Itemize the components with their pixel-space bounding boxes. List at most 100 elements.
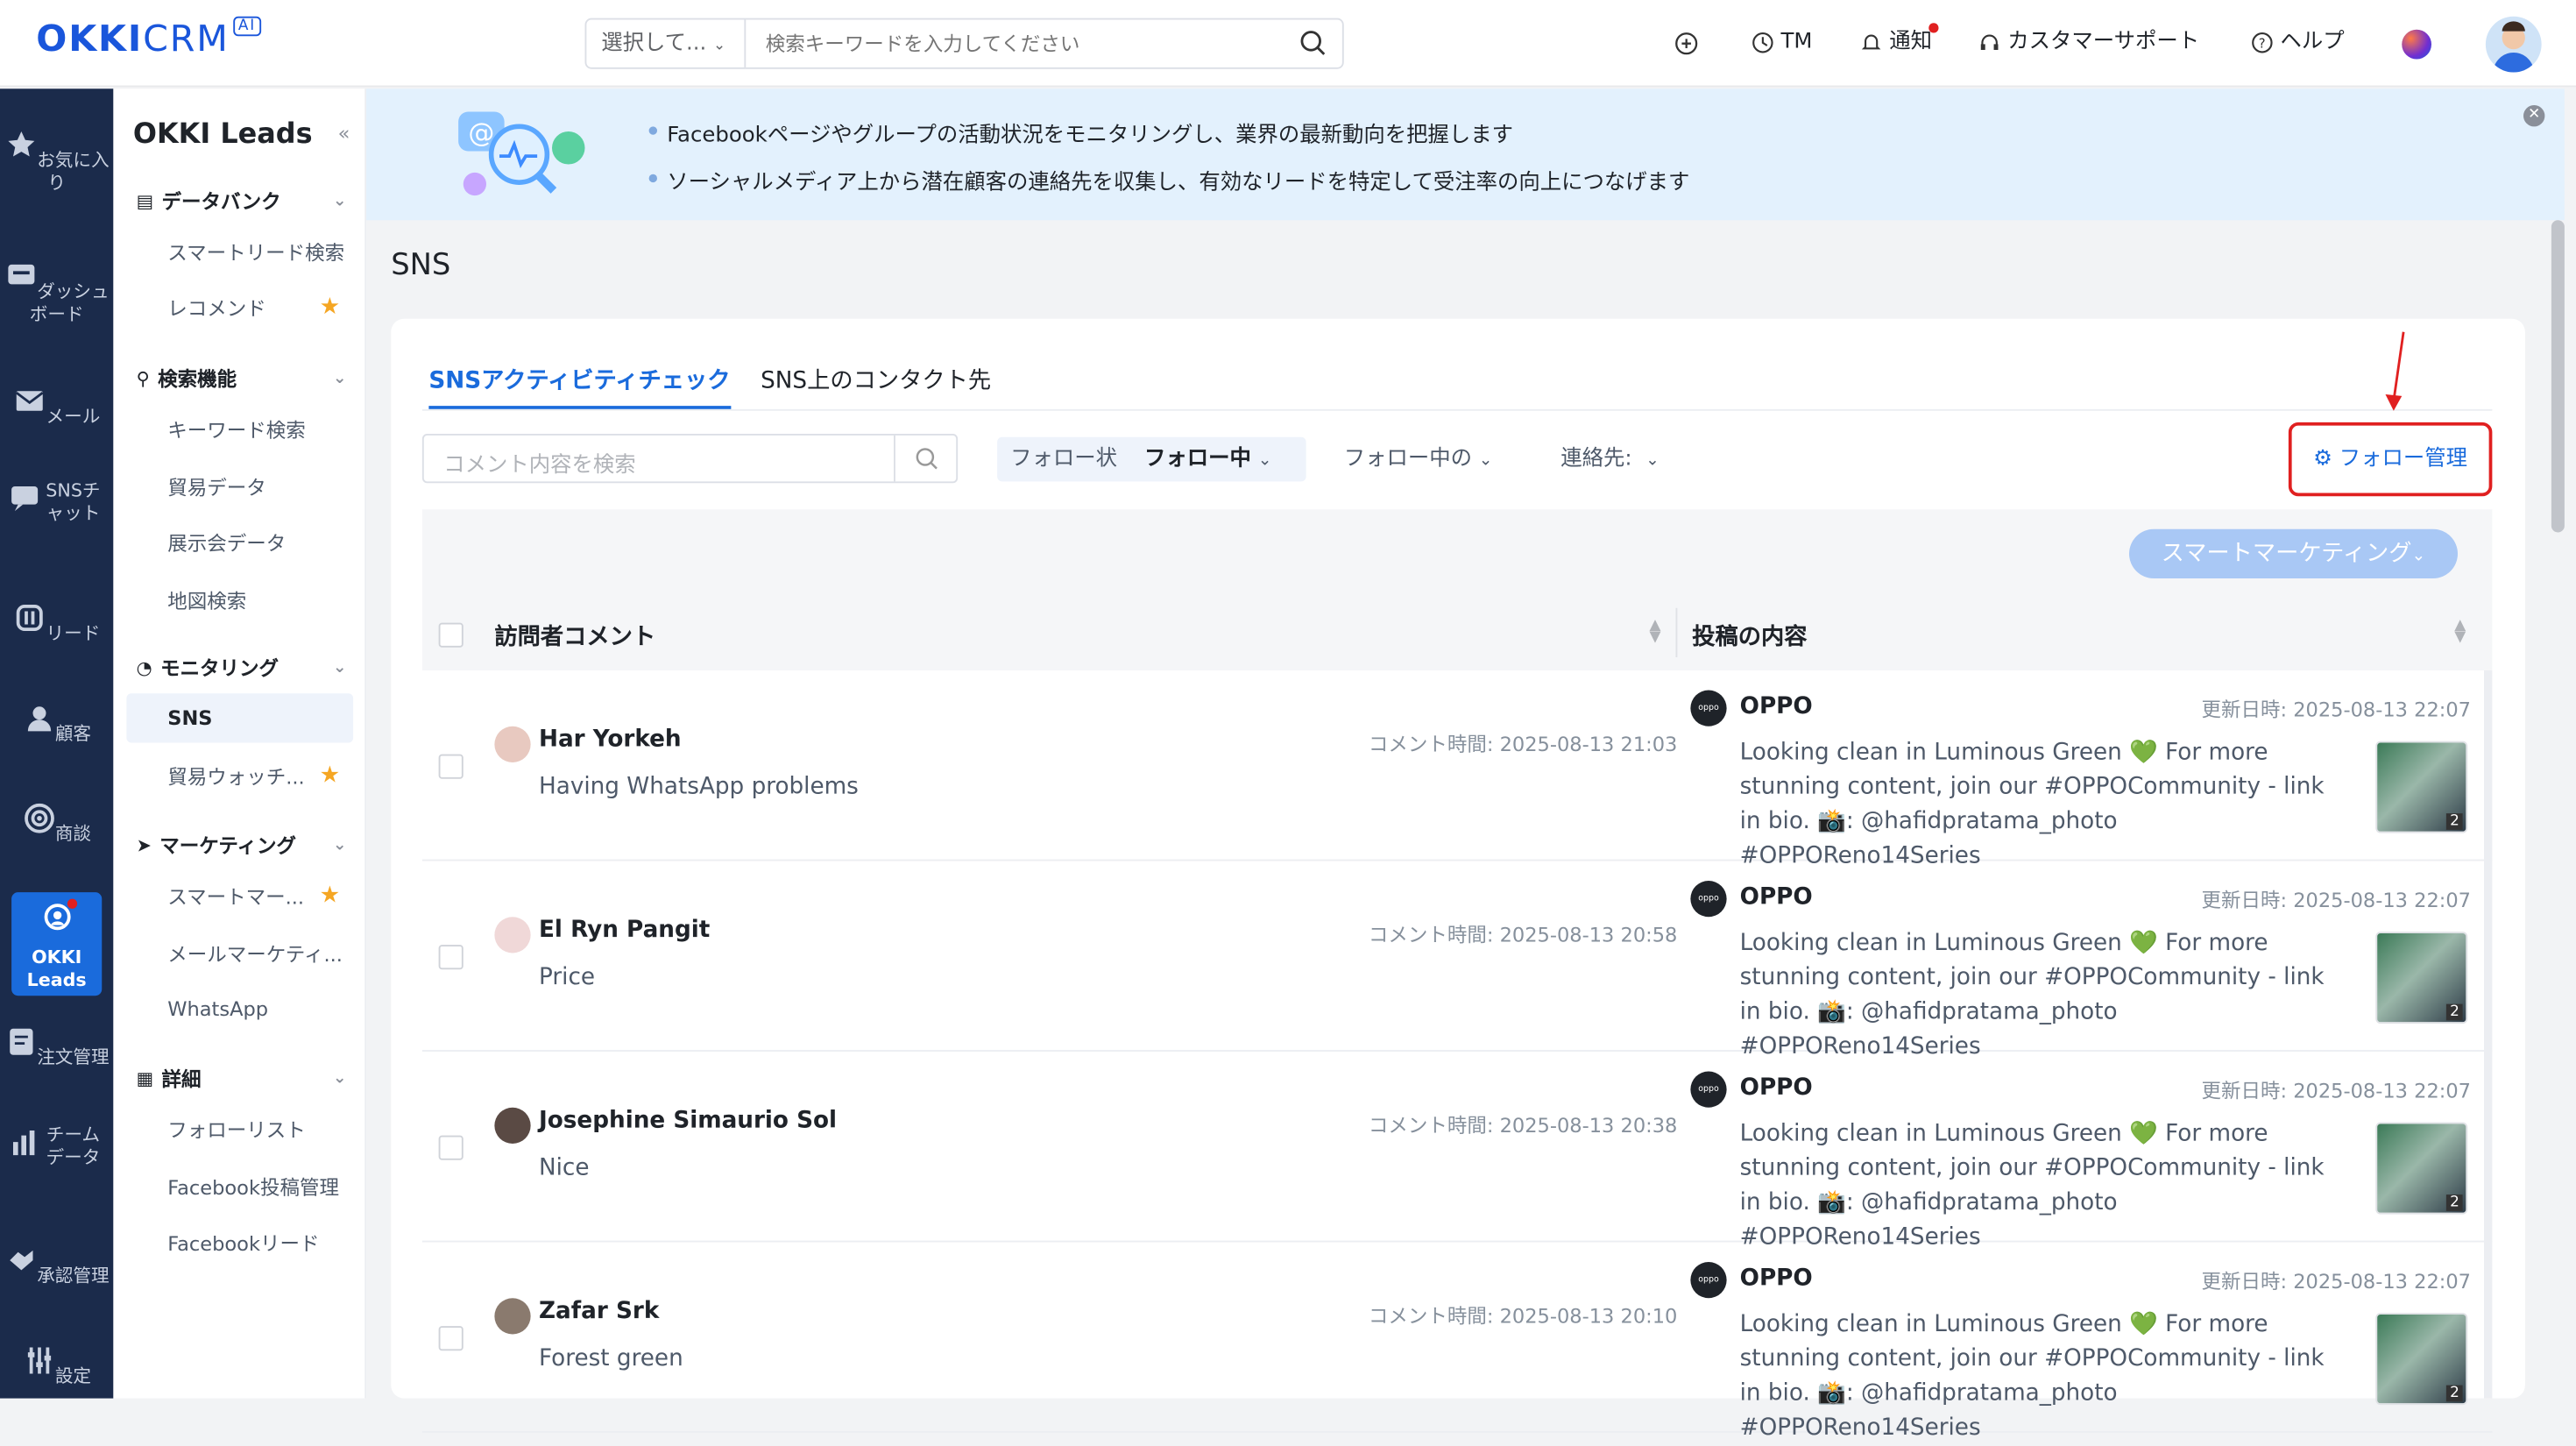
nav-sns-chat[interactable]: SNSチャット — [0, 480, 113, 527]
column-header-comment[interactable]: 訪問者コメント — [494, 620, 655, 653]
row-checkbox[interactable] — [439, 1326, 464, 1350]
following-filter[interactable]: フォロー中の ⌄ — [1344, 437, 1493, 482]
post-thumbnail[interactable]: 2 — [2375, 932, 2467, 1024]
nav-team-data-label: チームデータ — [40, 1124, 106, 1171]
sidebar-item-smart-lead[interactable]: スマートリード検索 — [167, 238, 357, 266]
nav-okki-leads[interactable]: OKKI Leads — [11, 892, 102, 996]
add-icon[interactable] — [1674, 23, 1699, 62]
post-brand[interactable]: OPPO — [1740, 1074, 1813, 1101]
nav-approval[interactable]: 承認管理 — [0, 1244, 113, 1288]
table-scrollbar[interactable] — [2484, 670, 2492, 1399]
table-row[interactable]: Josephine Simaurio Sol Nice コメント時間: 2025… — [422, 1052, 2493, 1243]
search-input[interactable] — [747, 20, 1290, 67]
section-detail[interactable]: ▦詳細⌄ — [137, 1065, 347, 1093]
commenter-name[interactable]: El Ryn Pangit — [539, 917, 710, 943]
star-icon: ★ — [320, 762, 341, 789]
sidebar-item-expo[interactable]: 展示会データ — [167, 529, 357, 557]
red-arrow-annotation — [2381, 329, 2414, 415]
oppo-logo: oppo — [1690, 1262, 1726, 1298]
section-databank[interactable]: ▤データバンク⌄ — [137, 188, 347, 216]
sidebar-item-smart-marketing[interactable]: スマートマー...★ — [167, 882, 357, 911]
row-checkbox[interactable] — [439, 755, 464, 779]
notification-button[interactable]: 通知 — [1860, 23, 1933, 62]
support-button[interactable]: カスタマーサポート — [1978, 23, 2200, 62]
follow-manage-button[interactable]: ⚙ フォロー管理 — [2289, 422, 2493, 496]
target-icon — [22, 802, 55, 835]
nav-favorites[interactable]: お気に入り — [0, 128, 113, 195]
star-icon: ★ — [320, 294, 341, 321]
section-monitoring[interactable]: ◔モニタリング⌄ — [137, 654, 347, 682]
okki-crm-logo[interactable]: OKKICRMAI — [36, 20, 230, 61]
search-scope-select[interactable]: 選択して... ⌄ — [586, 20, 746, 67]
close-banner-icon[interactable]: ✕ — [2523, 105, 2544, 126]
nav-team-data[interactable]: チームデータ — [0, 1124, 113, 1171]
sidebar-item-sns[interactable]: SNS — [126, 693, 353, 742]
select-all-checkbox[interactable] — [439, 623, 464, 648]
sidebar-item-fb-post[interactable]: Facebook投稿管理 — [167, 1173, 357, 1201]
image-count-badge: 2 — [2446, 1004, 2462, 1021]
sidebar-item-whatsapp[interactable]: WhatsApp — [167, 997, 357, 1020]
section-marketing[interactable]: ➤マーケティング⌄ — [137, 832, 347, 860]
nav-deals[interactable]: 商談 — [0, 802, 113, 847]
commenter-name[interactable]: Josephine Simaurio Sol — [539, 1108, 837, 1134]
comment-search-button[interactable] — [894, 436, 956, 482]
smart-marketing-label: スマートマーケティング — [2162, 541, 2412, 567]
table-row[interactable]: Zafar Srk Forest green コメント時間: 2025-08-1… — [422, 1243, 2493, 1434]
sidebar-item-trade-watch[interactable]: 貿易ウォッチ...★ — [167, 762, 357, 790]
sidebar-item-recommend[interactable]: レコメンド ★ — [167, 294, 357, 323]
grid-icon: ▦ — [137, 1068, 154, 1089]
tm-button[interactable]: TM — [1752, 23, 1813, 62]
table-row[interactable]: El Ryn Pangit Price コメント時間: 2025-08-13 2… — [422, 861, 2493, 1053]
nav-dashboard[interactable]: ダッシュボード — [0, 259, 113, 327]
smart-marketing-button[interactable]: スマートマーケティング⌄ — [2129, 529, 2458, 578]
row-checkbox[interactable] — [439, 1136, 464, 1160]
nav-mail[interactable]: メール — [0, 385, 113, 429]
help-button[interactable]: ?ヘルプ — [2251, 23, 2345, 62]
post-brand[interactable]: OPPO — [1740, 693, 1813, 719]
sidebar-item-recommend-label: レコメンド — [167, 297, 266, 320]
sort-icon[interactable]: ▲▼ — [1650, 621, 1661, 644]
sidebar-item-follow-list[interactable]: フォローリスト — [167, 1116, 357, 1144]
sidebar-item-map[interactable]: 地図検索 — [167, 586, 357, 614]
nav-sns-chat-label: SNSチャット — [40, 480, 106, 527]
sort-icon[interactable]: ▲▼ — [2454, 621, 2466, 644]
post-brand[interactable]: OPPO — [1740, 1265, 1813, 1292]
tab-sns-contacts[interactable]: SNS上のコンタクト先 — [761, 363, 991, 409]
chevron-down-icon: ⌄ — [1645, 452, 1660, 471]
table-row[interactable]: Har Yorkeh Having WhatsApp problems コメント… — [422, 670, 2493, 861]
commenter-name[interactable]: Har Yorkeh — [539, 727, 682, 753]
post-thumbnail[interactable]: 2 — [2375, 741, 2467, 833]
post-brand[interactable]: OPPO — [1740, 884, 1813, 911]
nav-orders-label: 注文管理 — [37, 1046, 110, 1067]
search-icon[interactable] — [1299, 30, 1326, 56]
commenter-name[interactable]: Zafar Srk — [539, 1298, 659, 1324]
post-thumbnail[interactable]: 2 — [2375, 1123, 2467, 1215]
ai-assistant-icon[interactable] — [2402, 30, 2431, 60]
sidebar-item-fb-lead[interactable]: Facebookリード — [167, 1230, 357, 1258]
column-header-post[interactable]: 投稿の内容 — [1692, 620, 1807, 653]
tab-divider — [422, 409, 2493, 411]
row-checkbox[interactable] — [439, 945, 464, 969]
tab-sns-activity[interactable]: SNSアクティビティチェック — [428, 363, 730, 409]
main-nav-sidebar: お気に入り ダッシュボード メール SNSチャット リード 顧客 商談 OKKI… — [0, 89, 113, 1398]
post-thumbnail[interactable]: 2 — [2375, 1313, 2467, 1405]
follow-status-filter[interactable]: フォロー状 フォロー中 ⌄ — [997, 437, 1306, 482]
nav-customer[interactable]: 顧客 — [0, 702, 113, 747]
sidebar-item-keyword[interactable]: キーワード検索 — [167, 415, 357, 443]
nav-lead[interactable]: リード — [0, 601, 113, 646]
comment-search-input[interactable]: コメント内容を検索 — [422, 434, 958, 483]
follow-status-label: フォロー状 — [1010, 447, 1117, 471]
nav-settings[interactable]: 設定 — [0, 1344, 113, 1389]
page-scrollbar[interactable] — [2551, 220, 2565, 532]
sidebar-item-trade[interactable]: 貿易データ — [167, 473, 357, 501]
notify-label: 通知 — [1889, 23, 1932, 62]
sidebar-item-mail-marketing[interactable]: メールマーケティ... — [167, 940, 357, 968]
section-search[interactable]: ⚲検索機能⌄ — [137, 365, 347, 393]
send-icon: ➤ — [137, 835, 152, 856]
post-content: Looking clean in Luminous Green 💚 For mo… — [1740, 736, 2332, 875]
user-avatar[interactable] — [2486, 17, 2542, 73]
collapse-sidebar-icon[interactable]: « — [338, 122, 350, 145]
avatar — [494, 727, 530, 762]
contact-filter[interactable]: 連絡先: ⌄ — [1560, 437, 1660, 482]
nav-orders[interactable]: 注文管理 — [0, 1025, 113, 1070]
